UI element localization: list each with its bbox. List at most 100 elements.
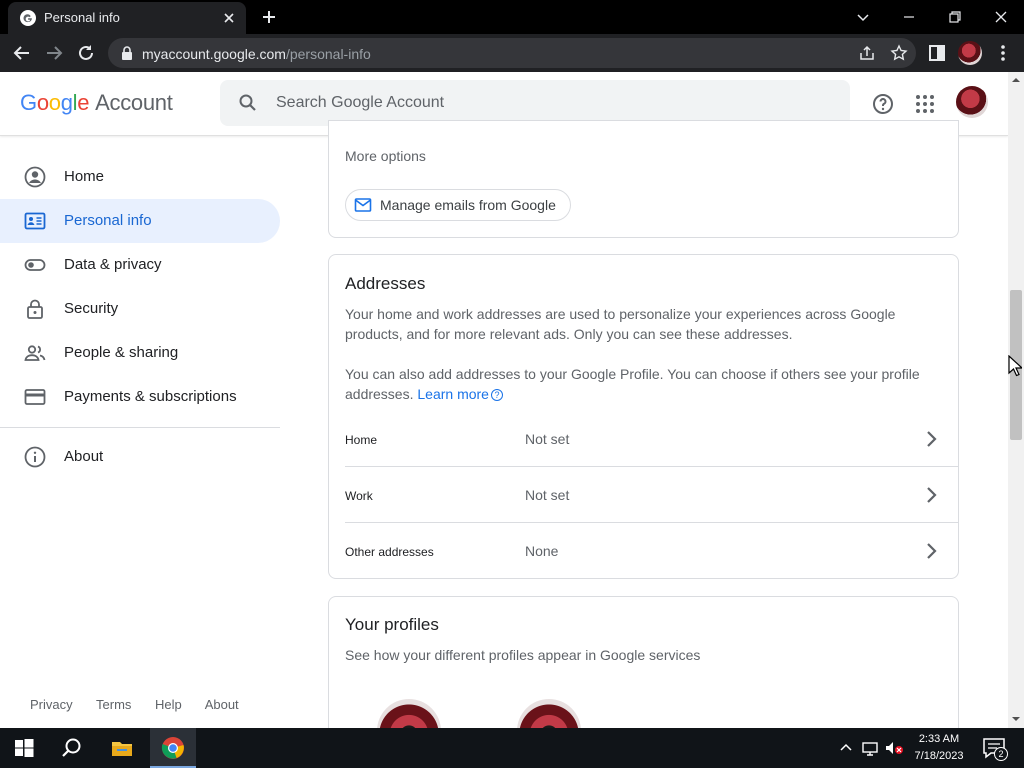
new-tab-icon[interactable] (260, 8, 278, 26)
footer-link-privacy[interactable]: Privacy (30, 697, 73, 712)
google-account-logo[interactable]: Google Account (20, 90, 173, 116)
more-options-label: More options (345, 148, 426, 164)
addresses-card: Addresses Your home and work addresses a… (328, 254, 959, 579)
profiles-subtitle: See how your different profiles appear i… (345, 647, 701, 663)
mouse-cursor-icon (1008, 355, 1022, 377)
footer-link-help[interactable]: Help (155, 697, 182, 712)
search-icon (239, 94, 256, 111)
sidebar-item-people-sharing[interactable]: People & sharing (0, 331, 280, 375)
network-icon[interactable] (861, 736, 879, 760)
footer-links: Privacy Terms Help About (30, 697, 259, 712)
address-row-label: Work (345, 489, 373, 503)
search-icon[interactable] (60, 736, 84, 760)
email-card: More options Manage emails from Google (328, 120, 959, 238)
google-favicon-icon (20, 10, 36, 26)
toggle-icon (24, 259, 46, 271)
clock-date: 7/18/2023 (914, 750, 964, 762)
learn-more-link[interactable]: Learn more? (417, 386, 503, 402)
page-scrollbar[interactable] (1008, 72, 1024, 728)
file-explorer-icon[interactable] (110, 736, 134, 760)
manage-emails-button[interactable]: Manage emails from Google (345, 189, 571, 221)
browser-profile-avatar[interactable] (958, 41, 982, 65)
close-window-icon[interactable] (990, 6, 1012, 28)
sidebar-divider (0, 427, 280, 428)
address-row-work[interactable]: Work Not set (345, 467, 959, 523)
notification-badge: 2 (994, 747, 1008, 761)
id-card-icon (24, 212, 46, 230)
addresses-description: Your home and work addresses are used to… (345, 306, 896, 342)
profiles-title: Your profiles (345, 615, 439, 634)
scroll-up-icon[interactable] (1012, 76, 1020, 84)
bookmark-star-icon[interactable] (890, 44, 908, 62)
chevron-right-icon (927, 487, 937, 503)
scroll-down-icon[interactable] (1012, 715, 1020, 723)
help-icon[interactable] (871, 92, 895, 116)
help-circle-icon: ? (490, 389, 503, 401)
account-circle-icon (24, 166, 46, 188)
sidebar-item-security[interactable]: Security (0, 287, 280, 331)
volume-muted-icon[interactable] (884, 736, 904, 760)
logo-letter: o (36, 90, 49, 115)
address-row-value: Not set (525, 431, 570, 447)
side-panel-icon[interactable] (926, 42, 948, 64)
restore-icon[interactable] (944, 6, 966, 28)
footer-link-terms[interactable]: Terms (96, 697, 131, 712)
manage-emails-label: Manage emails from Google (380, 197, 556, 213)
tab-title: Personal info (44, 10, 120, 25)
address-row-value: None (525, 543, 559, 559)
sidebar-item-personal-info[interactable]: Personal info (0, 199, 280, 243)
browser-titlebar: Personal info (0, 0, 1024, 34)
address-row-label: Home (345, 433, 378, 447)
chrome-taskbar-button[interactable] (150, 728, 196, 768)
chevron-up-icon[interactable] (838, 736, 854, 760)
address-row-other[interactable]: Other addresses None (345, 523, 959, 579)
forward-arrow-icon[interactable] (43, 42, 65, 64)
share-icon[interactable] (858, 44, 876, 62)
addresses-title: Addresses (345, 274, 426, 293)
sidebar-item-data-privacy[interactable]: Data & privacy (0, 243, 280, 287)
minimize-icon[interactable] (898, 6, 920, 28)
address-row-home[interactable]: Home Not set (345, 411, 959, 467)
tab-search-chevron-icon[interactable] (852, 6, 874, 28)
mail-icon (354, 198, 372, 212)
address-row-label: Other addresses (345, 545, 434, 559)
sidebar-item-label: Payments & subscriptions (64, 388, 237, 405)
browser-tab[interactable]: Personal info (8, 2, 246, 34)
footer-link-about[interactable]: About (205, 697, 239, 712)
address-row-value: Not set (525, 487, 570, 503)
sidebar-item-label: Personal info (64, 212, 152, 229)
addresses-profile-description: You can also add addresses to your Googl… (345, 366, 920, 402)
apps-grid-icon[interactable] (913, 92, 937, 116)
people-icon (24, 345, 46, 361)
logo-letter: e (77, 90, 90, 115)
chrome-icon (161, 737, 184, 759)
lock-icon (122, 46, 132, 60)
sidebar-item-label: Data & privacy (64, 256, 162, 273)
account-avatar[interactable] (956, 86, 988, 118)
windows-start-icon[interactable] (12, 736, 36, 760)
reload-icon[interactable] (75, 42, 97, 64)
chevron-right-icon (927, 431, 937, 447)
logo-letter: g (60, 90, 73, 115)
chevron-right-icon (927, 543, 937, 559)
sidebar-item-home[interactable]: Home (0, 155, 280, 199)
sidebar-item-label: Security (64, 300, 119, 317)
close-tab-icon[interactable] (220, 9, 238, 27)
sidebar-item-label: About (64, 448, 104, 465)
sidebar-item-label: People & sharing (64, 344, 179, 361)
sidebar-item-about[interactable]: About (0, 435, 280, 479)
back-arrow-icon[interactable] (11, 42, 33, 64)
account-wordmark: Account (95, 90, 173, 115)
info-icon (24, 446, 46, 468)
system-clock[interactable]: 2:33 AM 7/18/2023 (908, 731, 970, 765)
sidebar-item-label: Home (64, 168, 105, 185)
clock-time: 2:33 AM (918, 733, 960, 745)
lock-icon (27, 299, 43, 319)
sidebar-item-payments[interactable]: Payments & subscriptions (0, 375, 280, 419)
logo-letter: G (20, 90, 37, 115)
screen: Personal info myaccount.google.com/perso… (0, 0, 1024, 768)
address-bar[interactable]: myaccount.google.com/personal-info (108, 38, 916, 68)
browser-toolbar: myaccount.google.com/personal-info (0, 34, 1024, 72)
url-text: myaccount.google.com/personal-info (142, 46, 371, 62)
menu-dots-icon[interactable] (992, 42, 1014, 64)
